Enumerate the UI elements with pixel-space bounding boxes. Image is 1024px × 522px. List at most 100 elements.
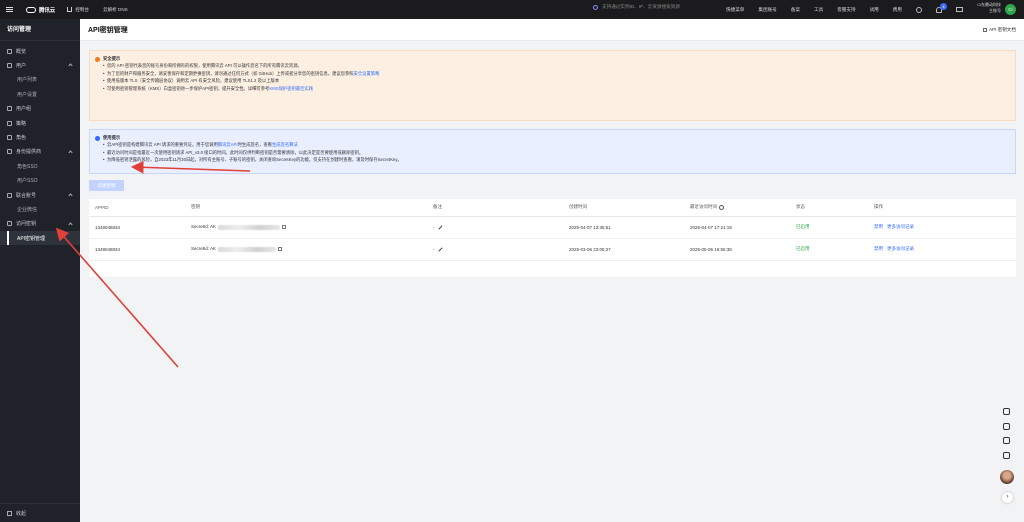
main-content: API密钥管理 API 密钥文档 安全提示 您的 API 密钥代表您的账号身份和… (80, 19, 1024, 522)
collapse-label: 收起 (16, 510, 27, 517)
sidebar-item-policy[interactable]: 策略 (0, 116, 80, 130)
sidebar: 访问管理 概览 用户 用户列表 用户设置 用户组 策略 角色 身份提供商 角色S… (0, 19, 80, 522)
cell-key: SecretId: AK (185, 216, 427, 239)
cloud-logo-icon (26, 6, 36, 13)
status-badge: 已启用 (790, 238, 868, 261)
refresh-icon[interactable] (1003, 422, 1010, 430)
masked-secret (218, 246, 277, 252)
federated-account-icon (7, 192, 12, 198)
alert-line: 可使用密钥管理系统（KMS）白盒密钥进一步保护API密钥，提升安全性。详细可参考… (103, 85, 1009, 93)
status-badge: 已启用 (790, 216, 868, 239)
dns-link[interactable]: 云解析 DNS (103, 7, 128, 13)
top-navigation-bar: 腾讯云 控制台 云解析 DNS 支持通过实例ID、IP、云资源搜索资源 快捷菜单… (0, 0, 1024, 19)
chevron-up-icon (68, 222, 73, 227)
sidebar-item-label: 身份提供商 (16, 149, 42, 156)
sidebar-item-overview[interactable]: 概览 (0, 44, 80, 58)
sidebar-item-federated[interactable]: 联合账号 (0, 188, 80, 202)
col-status: 状态 (790, 199, 868, 217)
alert-title: 安全提示 (103, 56, 121, 61)
topbar-support[interactable]: 客服支持 (837, 7, 855, 13)
api-key-doc-link[interactable]: API 密钥文档 (982, 27, 1016, 33)
document-icon (982, 28, 987, 32)
signature-algorithm-link[interactable]: 生成签名算法 (272, 142, 298, 147)
topbar-group-account[interactable]: 集团账号 (758, 7, 776, 13)
table-row: 1349048834 SecretId: AK - 2025-04-07 13:… (89, 216, 1016, 239)
chevron-up-icon (68, 193, 73, 198)
alert-line: 使用低版本 TLS（安全传输层协议）调用云 API 有安全风险，建议使用 TLS… (103, 77, 1009, 85)
assistant-avatar[interactable] (1000, 470, 1014, 484)
sidebar-item-label: 联合账号 (16, 192, 37, 199)
topbar-tools[interactable]: 工具 (814, 7, 823, 13)
sidebar-item-user-list[interactable]: 用户列表 (0, 73, 80, 87)
sidebar-item-label: 用户 (16, 63, 27, 70)
col-created: 创建时间 (563, 199, 684, 217)
mail-icon[interactable] (955, 7, 963, 12)
compass-icon[interactable] (915, 6, 922, 13)
alert-line: 云API密钥是构建腾讯云 API 请求的重要凭证。用于您调用腾讯云API时生成签… (103, 141, 1009, 149)
cell-appid: 1349048834 (89, 238, 185, 261)
col-key: 密钥 (185, 199, 427, 217)
user-role: 主账号 (989, 7, 1001, 13)
usage-info-alert: 使用提示 云API密钥是构建腾讯云 API 请求的重要凭证。用于您调用腾讯云AP… (89, 129, 1016, 174)
policy-icon (7, 120, 12, 126)
security-warning-alert: 安全提示 您的 API 密钥代表您的账号身份和所拥有的权限，使用腾讯云 API … (89, 50, 1016, 121)
notification-badge: 4 (939, 2, 947, 10)
global-search[interactable]: 支持通过实例ID、IP、云资源搜索资源 (593, 4, 680, 10)
menu-icon[interactable] (0, 0, 18, 19)
alert-line: 为降低密钥泄露的风险，自2023年11月30日起，对所有主账号、子账号的密钥，关… (103, 156, 1009, 164)
user-account-info[interactable]: Ci东鼎动科技 主账号 (968, 2, 1001, 13)
console-label: 控制台 (75, 6, 89, 12)
topbar-filing[interactable]: 备案 (791, 7, 800, 13)
kms-best-practice-link[interactable]: KMS保护密钥最佳实践 (269, 86, 313, 91)
copy-icon[interactable] (282, 225, 287, 230)
copy-icon[interactable] (278, 247, 283, 252)
disable-link[interactable]: 禁用 (874, 246, 883, 251)
sidebar-collapse-button[interactable]: 收起 (0, 503, 80, 522)
edit-icon[interactable] (437, 247, 443, 252)
sidebar-item-role-sso[interactable]: 角色SSO (0, 159, 80, 173)
api-key-table: APPID 密钥 备注 创建时间 最近访问时间 状态 操作 1349048834… (89, 199, 1016, 277)
info-icon[interactable] (719, 204, 724, 210)
more-access-records-link[interactable]: 更多访问记录 (887, 246, 914, 251)
col-last-access: 最近访问时间 (684, 199, 790, 217)
cloud-api-link[interactable]: 腾讯云API (218, 142, 238, 147)
brand-logo[interactable]: 腾讯云 (26, 6, 55, 14)
sidebar-item-access-key[interactable]: 访问密钥 (0, 217, 80, 231)
overview-icon (7, 48, 12, 54)
sidebar-item-label: 概览 (16, 48, 27, 55)
sidebar-item-label: 策略 (16, 120, 27, 127)
cell-created: 2025-04-07 13:35:51 (563, 216, 684, 239)
sidebar-item-user-sso[interactable]: 用户SSO (0, 174, 80, 188)
sidebar-item-api-key-mgmt[interactable]: API密钥管理 (0, 231, 80, 246)
sidebar-item-idp[interactable]: 身份提供商 (0, 145, 80, 159)
avatar[interactable]: Ci (1005, 4, 1016, 15)
disable-link[interactable]: 禁用 (874, 224, 883, 229)
shortcut-menu[interactable]: 快捷菜单 (726, 7, 744, 13)
sidebar-item-user-group[interactable]: 用户组 (0, 102, 80, 116)
chevron-up-icon (68, 63, 73, 69)
sidebar-item-user-settings[interactable]: 用户设置 (0, 87, 80, 101)
cell-ops: 禁用 更多访问记录 (868, 238, 1016, 261)
more-access-records-link[interactable]: 更多访问记录 (887, 224, 914, 229)
topbar-billing[interactable]: 费用 (893, 7, 902, 13)
console-link[interactable]: 控制台 (67, 7, 89, 13)
table-header-row: APPID 密钥 备注 创建时间 最近访问时间 状态 操作 (89, 199, 1016, 217)
role-icon (7, 135, 12, 141)
headset-icon[interactable] (1003, 408, 1010, 415)
topbar-trial[interactable]: 试用 (870, 7, 879, 13)
user-group-icon (7, 106, 12, 112)
security-settings-link[interactable]: 安全设置策略 (354, 71, 380, 76)
search-icon (593, 4, 598, 10)
sidebar-item-enterprise-wechat[interactable]: 企业微信 (0, 202, 80, 216)
edit-icon[interactable] (437, 225, 443, 230)
sidebar-item-label: 访问密钥 (16, 221, 37, 228)
sidebar-item-role[interactable]: 角色 (0, 130, 80, 144)
message-icon[interactable] (1003, 451, 1010, 459)
book-icon[interactable] (1003, 437, 1010, 444)
brand-name: 腾讯云 (39, 7, 56, 14)
cell-ops: 禁用 更多访问记录 (868, 216, 1016, 239)
bell-icon[interactable]: 4 (935, 2, 947, 13)
chevron-right-icon[interactable]: › (1002, 492, 1013, 503)
sidebar-item-user[interactable]: 用户 (0, 58, 80, 72)
create-key-button[interactable]: 新建密钥 (89, 180, 124, 191)
